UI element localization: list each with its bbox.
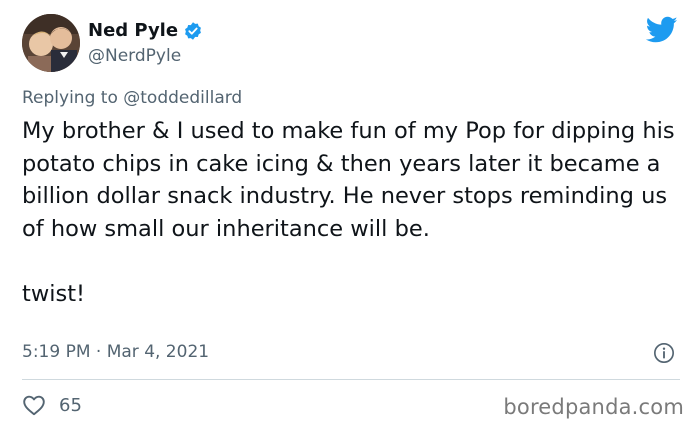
- verified-badge-icon: [185, 21, 201, 40]
- author-display-name[interactable]: Ned Pyle: [88, 20, 178, 41]
- reply-context: Replying to @toddedillard: [22, 88, 242, 108]
- divider: [22, 379, 680, 380]
- reply-prefix: Replying to: [22, 88, 118, 108]
- watermark: boredpanda.com: [503, 395, 684, 419]
- tweet-paragraph: My brother & I used to make fun of my Po…: [22, 118, 675, 242]
- reply-mention-link[interactable]: @toddedillard: [123, 88, 242, 108]
- heart-icon[interactable]: [22, 394, 46, 416]
- author-handle[interactable]: @NerdPyle: [88, 46, 181, 66]
- tweet-card: Ned Pyle @NerdPyle Replying to @toddedil…: [0, 0, 700, 433]
- like-count: 65: [59, 394, 82, 416]
- tweet-timestamp[interactable]: 5:19 PM · Mar 4, 2021: [22, 342, 209, 362]
- tweet-paragraph: twist!: [22, 281, 86, 307]
- avatar-photo: [22, 14, 80, 72]
- tweet-text: My brother & I used to make fun of my Po…: [22, 115, 682, 311]
- avatar[interactable]: [22, 14, 80, 72]
- info-icon[interactable]: [653, 342, 675, 364]
- author-name-row: Ned Pyle: [88, 20, 203, 41]
- twitter-bird-icon[interactable]: [646, 16, 678, 44]
- like-action[interactable]: 65: [22, 394, 82, 416]
